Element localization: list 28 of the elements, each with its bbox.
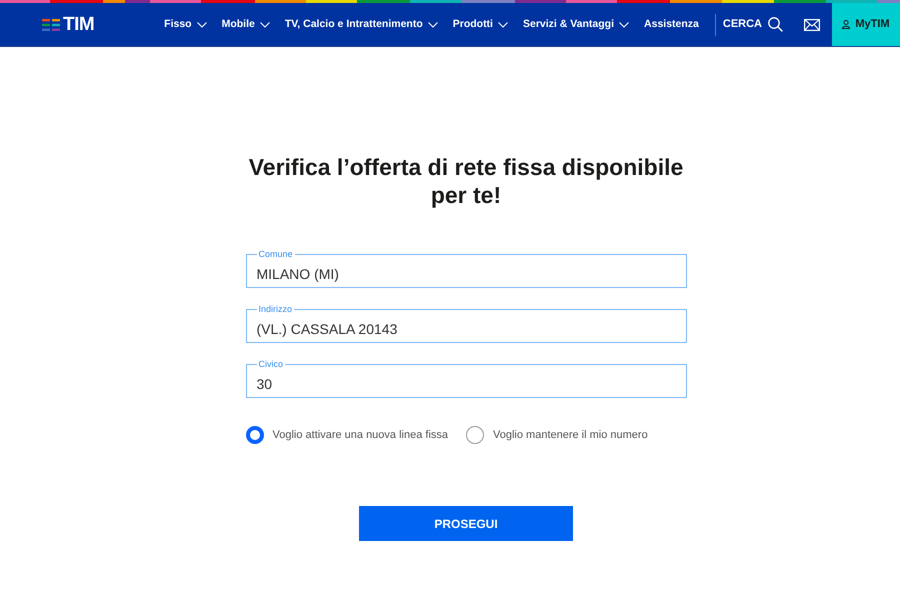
field-label: Civico (258, 359, 284, 370)
nav-link[interactable]: Servizi & Vantaggi (522, 16, 630, 32)
person-icon (842, 20, 850, 29)
radio-label: Voglio attivare una nuova linea fissa (272, 428, 448, 443)
text-input[interactable]: 30 (256, 370, 676, 398)
nav-link[interactable]: Mobile (222, 16, 270, 32)
search-icon (768, 17, 783, 32)
striped-bars-icon (42, 18, 60, 30)
submit-button[interactable]: PROSEGUI (359, 506, 573, 542)
logo-text: TIM (63, 15, 94, 34)
page-title: Verifica l’offerta di rete fissa disponibile per te! (248, 154, 684, 210)
field-label: Comune (258, 249, 294, 260)
radio-label: Voglio mantenere il mio numero (493, 428, 648, 443)
nav-link[interactable]: Assistenza (644, 16, 699, 32)
nav-link[interactable]: Prodotti (452, 16, 508, 32)
nav-link[interactable]: Fisso (164, 16, 207, 32)
account-button[interactable]: MyTIM (832, 3, 900, 46)
radio-button[interactable] (246, 426, 264, 444)
text-field[interactable]: Indirizzo (VL.) CASSALA 20143 (246, 304, 686, 344)
search-button[interactable]: CERCA (722, 16, 783, 33)
text-field[interactable]: Civico 30 (246, 359, 686, 398)
nav-link[interactable]: TV, Calcio e Intrattenimento (284, 16, 438, 32)
text-field[interactable]: Comune MILANO (MI) (246, 249, 686, 288)
envelope-icon[interactable] (804, 18, 820, 30)
field-label: Indirizzo (258, 304, 294, 316)
text-input[interactable]: MILANO (MI) (256, 260, 676, 288)
radio-button[interactable] (466, 426, 484, 444)
text-input[interactable]: (VL.) CASSALA 20143 (256, 315, 676, 342)
